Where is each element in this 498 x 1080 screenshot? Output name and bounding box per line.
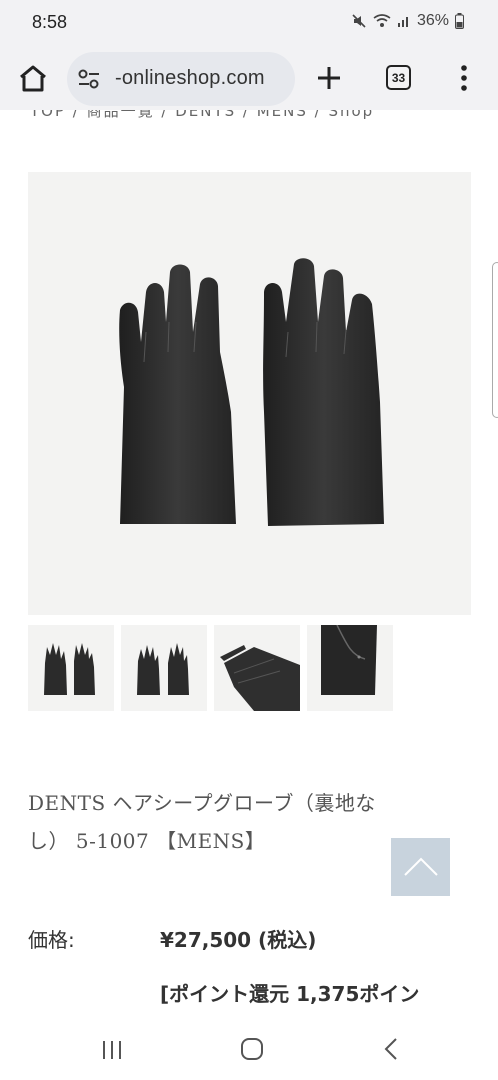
system-nav-bar <box>0 1020 498 1080</box>
left-glove <box>119 264 236 524</box>
thumbnail-2[interactable] <box>121 625 207 711</box>
product-title-line1: DENTS ヘアシープグローブ（裏地な <box>28 791 376 815</box>
gloves-photo <box>119 258 384 526</box>
nav-back-icon[interactable] <box>382 1037 402 1061</box>
tab-switcher-button[interactable]: 33 <box>386 65 411 90</box>
plus-icon[interactable] <box>314 63 344 93</box>
url-text[interactable]: -onlineshop.com <box>115 67 265 90</box>
scroll-handle[interactable] <box>492 262 498 418</box>
status-icons: 36% <box>351 12 464 30</box>
tune-icon[interactable] <box>77 68 101 90</box>
right-glove <box>263 258 384 526</box>
recent-apps-icon[interactable] <box>100 1038 124 1062</box>
signal-icon <box>397 17 408 27</box>
battery-icon <box>455 13 464 29</box>
breadcrumb: TOP / 商品一覧 / DENTS / MENS / Shop <box>0 110 498 120</box>
product-main-image[interactable] <box>28 172 471 615</box>
address-bar[interactable]: -onlineshop.com <box>67 52 295 106</box>
mute-icon <box>352 14 366 28</box>
status-bar: 8:58 36% <box>0 0 498 48</box>
back-to-top-button[interactable] <box>391 838 450 896</box>
thumbnail-3[interactable] <box>214 625 300 711</box>
more-vert-icon[interactable] <box>456 63 472 93</box>
browser-toolbar: -onlineshop.com 33 <box>0 48 498 110</box>
points-info: [ポイント還元 1,375ポイン <box>160 982 420 1006</box>
nav-home-icon[interactable] <box>240 1037 264 1061</box>
thumbnail-4[interactable] <box>307 625 393 711</box>
battery-percent: 36% <box>416 12 449 29</box>
price-label: 価格: <box>28 928 75 952</box>
breadcrumb-text[interactable]: TOP / 商品一覧 / DENTS / MENS / Shop <box>30 110 374 120</box>
thumbnail-strip <box>28 625 393 711</box>
status-time: 8:58 <box>32 12 68 32</box>
wifi-icon <box>373 14 391 27</box>
home-icon[interactable] <box>16 62 50 96</box>
chevron-up-icon <box>404 857 438 876</box>
thumbnail-1[interactable] <box>28 625 114 711</box>
price-value: ¥27,500 (税込) <box>160 928 317 952</box>
